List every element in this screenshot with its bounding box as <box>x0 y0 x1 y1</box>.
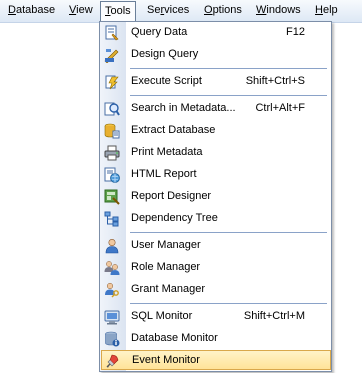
menu-item-query-data-label: Query Data <box>131 26 188 38</box>
execute-script-icon <box>104 74 120 90</box>
menu-item-grant-manager[interactable]: Grant Manager <box>101 280 331 300</box>
menu-options[interactable]: Options <box>200 3 246 18</box>
database-monitor-icon <box>104 331 120 347</box>
menu-item-report-designer-label: Report Designer <box>131 190 212 202</box>
menu-item-report-designer[interactable]: Report Designer <box>101 187 331 207</box>
menu-view-label: View <box>69 4 93 16</box>
menu-item-sql-monitor-shortcut: Shift+Ctrl+M <box>243 310 305 322</box>
menu-item-execute-script-shortcut: Shift+Ctrl+S <box>245 75 305 87</box>
extract-database-icon <box>104 123 120 139</box>
report-designer-icon <box>104 189 120 205</box>
query-data-icon <box>104 25 120 41</box>
menu-database-label: Database <box>8 4 56 16</box>
menu-item-query-data-shortcut: F12 <box>286 26 305 38</box>
menu-item-query-data[interactable]: Query Data F12 <box>101 23 331 43</box>
menu-item-role-manager-label: Role Manager <box>131 261 201 273</box>
menu-help-label: Help <box>315 4 338 16</box>
event-monitor-icon <box>105 353 121 369</box>
menu-item-execute-script[interactable]: Execute Script Shift+Ctrl+S <box>101 72 331 92</box>
menu-item-sql-monitor-label: SQL Monitor <box>131 310 193 322</box>
menu-windows[interactable]: Windows <box>252 3 305 18</box>
design-query-icon <box>104 47 120 64</box>
tools-dropdown-menu: Query Data F12 Design Query Execute Scri… <box>99 21 332 372</box>
menu-item-database-monitor-label: Database Monitor <box>131 332 218 344</box>
menu-services-label: Services <box>147 4 190 16</box>
html-report-icon <box>104 167 120 183</box>
menu-database[interactable]: Database <box>4 3 59 18</box>
menu-tools[interactable]: Tools <box>100 1 136 21</box>
menu-item-event-monitor[interactable]: Event Monitor <box>101 350 331 370</box>
menu-item-event-monitor-label: Event Monitor <box>132 354 200 366</box>
grant-manager-icon <box>104 282 120 298</box>
menu-item-dependency-tree[interactable]: Dependency Tree <box>101 209 331 229</box>
role-manager-icon <box>104 260 120 276</box>
menu-item-print-metadata-label: Print Metadata <box>131 146 203 158</box>
menu-separator <box>130 68 327 69</box>
menu-tools-label: Tools <box>105 5 131 17</box>
sql-monitor-icon <box>104 309 120 325</box>
menu-item-html-report-label: HTML Report <box>131 168 197 180</box>
menu-item-user-manager-label: User Manager <box>131 239 201 251</box>
menu-item-database-monitor[interactable]: Database Monitor <box>101 329 331 349</box>
menu-help[interactable]: Help <box>311 3 342 18</box>
menu-separator <box>130 95 327 96</box>
menu-item-execute-script-label: Execute Script <box>131 75 202 87</box>
menu-separator <box>130 303 327 304</box>
menu-item-html-report[interactable]: HTML Report <box>101 165 331 185</box>
menu-item-search-metadata-shortcut: Ctrl+Alt+F <box>255 102 305 114</box>
user-manager-icon <box>104 238 120 254</box>
menu-services[interactable]: Services <box>143 3 193 18</box>
menu-item-extract-database[interactable]: Extract Database <box>101 121 331 141</box>
menu-item-sql-monitor[interactable]: SQL Monitor Shift+Ctrl+M <box>101 307 331 327</box>
menu-item-design-query-label: Design Query <box>131 48 199 60</box>
menu-bar: Database View Tools Services Options Win… <box>0 0 362 23</box>
printer-icon <box>104 145 120 161</box>
menu-item-print-metadata[interactable]: Print Metadata <box>101 143 331 163</box>
dependency-tree-icon <box>104 211 120 227</box>
menu-item-design-query[interactable]: Design Query <box>101 45 331 65</box>
menu-item-dependency-tree-label: Dependency Tree <box>131 212 218 224</box>
menu-item-extract-database-label: Extract Database <box>131 124 216 136</box>
menu-item-grant-manager-label: Grant Manager <box>131 283 205 295</box>
menu-item-search-metadata[interactable]: Search in Metadata... Ctrl+Alt+F <box>101 99 331 119</box>
menu-item-user-manager[interactable]: User Manager <box>101 236 331 256</box>
menu-view[interactable]: View <box>65 3 97 18</box>
menu-options-label: Options <box>204 4 242 16</box>
search-metadata-icon <box>104 101 120 117</box>
menu-item-role-manager[interactable]: Role Manager <box>101 258 331 278</box>
menu-windows-label: Windows <box>256 4 301 16</box>
menu-separator <box>130 232 327 233</box>
menu-item-search-metadata-label: Search in Metadata... <box>131 102 236 114</box>
